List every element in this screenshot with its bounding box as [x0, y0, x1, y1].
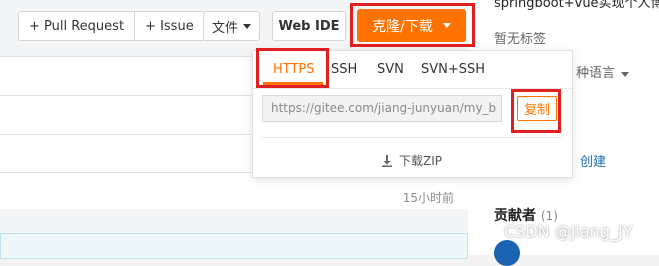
highlight-box-copy [511, 89, 561, 133]
commit-time: 15小时前 [402, 191, 454, 205]
watermark: CSDN @Jiang_JY [504, 222, 633, 241]
chevron-down-icon [243, 23, 251, 29]
pull-request-button[interactable]: + Pull Request [19, 12, 134, 40]
tab-ssh[interactable]: SSH [331, 62, 357, 77]
contributors-count: (1) [540, 209, 558, 223]
tab-svn[interactable]: SVN [377, 62, 404, 77]
avatar[interactable] [494, 240, 520, 266]
info-box [0, 233, 468, 259]
tab-svn-ssh[interactable]: SVN+SSH [421, 62, 485, 77]
download-zip-label: 下载ZIP [399, 154, 442, 168]
issue-button[interactable]: + Issue [134, 12, 204, 40]
create-button-group: + Pull Request + Issue [18, 11, 205, 41]
tags-label: 暂无标签 [494, 32, 547, 47]
create-link[interactable]: 创建 [580, 151, 606, 170]
download-icon [382, 154, 392, 167]
file-menu-label: 文件 [211, 20, 238, 36]
divider [262, 137, 562, 138]
clone-url-input[interactable]: https://gitee.com/jiang-junyuan/my_b [262, 95, 502, 122]
file-menu-button[interactable]: 文件 [203, 11, 260, 41]
chevron-down-icon [621, 72, 630, 77]
language-label: 种语言 [576, 66, 616, 81]
download-zip-button[interactable]: 下载ZIP [381, 152, 442, 169]
repo-description: springboot+vue实现个人博 [494, 0, 659, 11]
highlight-box-https [256, 48, 329, 88]
highlight-box-clone [350, 3, 475, 47]
language-dropdown[interactable]: 种语言 [576, 62, 630, 81]
web-ide-button[interactable]: Web IDE [272, 11, 346, 41]
